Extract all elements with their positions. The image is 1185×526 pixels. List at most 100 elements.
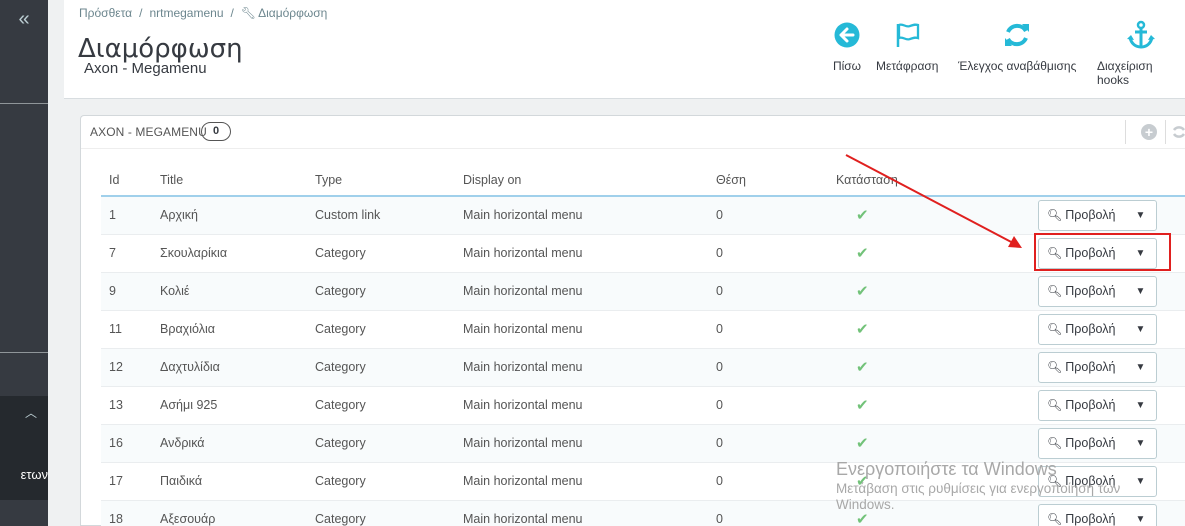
table-row[interactable]: 12 Δαχτυλίδια Category Main horizontal menu… — [101, 348, 1185, 387]
column-header-display-on[interactable]: Display on — [455, 164, 708, 197]
count-badge: 0 — [201, 122, 231, 141]
cell-type: Category — [307, 234, 455, 273]
header-divider — [1165, 120, 1166, 144]
zoom-in-icon: 🔍︎ — [1047, 284, 1063, 298]
cell-id: 17 — [101, 462, 152, 501]
watermark-text: Μετάβαση στις ρυθμίσεις για ενεργοποίηση… — [836, 480, 1121, 496]
view-button-group: 🔍︎ Προβολή ▼ — [1038, 351, 1158, 383]
cell-title: Ανδρικά — [152, 424, 307, 463]
collapse-sidebar-icon[interactable]: « — [0, 0, 48, 38]
view-button[interactable]: 🔍︎ Προβολή — [1039, 315, 1124, 344]
anchor-icon — [1127, 20, 1155, 49]
status-enabled-icon[interactable]: ✔ — [856, 321, 869, 338]
zoom-in-icon: 🔍︎ — [1047, 322, 1063, 336]
cell-display-on: Main horizontal menu — [455, 348, 708, 387]
cell-status: ✔ — [828, 386, 1038, 425]
cell-position: 0 — [708, 500, 828, 526]
cell-display-on: Main horizontal menu — [455, 310, 708, 349]
view-button[interactable]: 🔍︎ Προβολή — [1039, 201, 1124, 230]
view-button[interactable]: 🔍︎ Προβολή — [1039, 277, 1124, 306]
breadcrumb-separator: / — [139, 6, 143, 20]
table-row[interactable]: 16 Ανδρικά Category Main horizontal menu 0 ✔ 🔍… — [101, 424, 1185, 463]
caret-down-icon[interactable]: ▼ — [1124, 315, 1156, 344]
caret-down-icon[interactable]: ▼ — [1124, 201, 1156, 230]
breadcrumb-separator: / — [230, 6, 234, 20]
caret-down-icon[interactable]: ▼ — [1124, 391, 1156, 420]
cell-actions: 🔍︎ Προβολή ▼ — [1038, 424, 1185, 463]
column-header-title[interactable]: Title — [152, 164, 307, 197]
view-button[interactable]: 🔍︎ Προβολή — [1039, 391, 1124, 420]
cell-id: 13 — [101, 386, 152, 425]
sidebar-active-section[interactable] — [0, 396, 48, 500]
cell-position: 0 — [708, 386, 828, 425]
cell-type: Category — [307, 348, 455, 387]
column-header-type[interactable]: Type — [307, 164, 455, 197]
refresh-list-icon[interactable] — [1171, 124, 1185, 140]
view-button-label: Προβολή — [1065, 360, 1116, 374]
cell-display-on: Main horizontal menu — [455, 386, 708, 425]
view-button[interactable]: 🔍︎ Προβολή — [1039, 353, 1124, 382]
cell-status: ✔ — [828, 272, 1038, 311]
cell-title: Ασήμι 925 — [152, 386, 307, 425]
view-button-label: Προβολή — [1065, 398, 1116, 412]
view-button-label: Προβολή — [1065, 284, 1116, 298]
caret-down-icon[interactable]: ▼ — [1124, 467, 1156, 496]
status-enabled-icon[interactable]: ✔ — [856, 283, 869, 300]
cell-title: Βραχιόλια — [152, 310, 307, 349]
sidebar-item-label[interactable]: ετων — [0, 467, 48, 482]
header-divider — [1125, 120, 1126, 144]
cell-title: Αξεσουάρ — [152, 500, 307, 526]
breadcrumb-item[interactable]: Πρόσθετα — [79, 6, 132, 20]
table-row[interactable]: 13 Ασήμι 925 Category Main horizontal menu 0… — [101, 386, 1185, 425]
back-button[interactable]: Πίσω — [832, 20, 862, 73]
check-update-button[interactable]: Έλεγχος αναβάθμισης — [958, 20, 1076, 73]
highlight-annotation-box — [1034, 233, 1171, 271]
caret-down-icon[interactable]: ▼ — [1124, 429, 1156, 458]
check-update-label: Έλεγχος αναβάθμισης — [958, 59, 1077, 73]
cell-display-on: Main horizontal menu — [455, 424, 708, 463]
cell-type: Category — [307, 310, 455, 349]
breadcrumb-item[interactable]: nrtmegamenu — [149, 6, 223, 20]
cell-position: 0 — [708, 348, 828, 387]
status-enabled-icon[interactable]: ✔ — [856, 359, 869, 376]
cell-title: Παιδικά — [152, 462, 307, 501]
table-row[interactable]: 9 Κολιέ Category Main horizontal menu 0 ✔ 🔍︎ Πρ… — [101, 272, 1185, 311]
table-row[interactable]: 11 Βραχιόλια Category Main horizontal menu 0… — [101, 310, 1185, 349]
windows-activation-watermark: Ενεργοποιήστε τα Windows Μετάβαση στις ρ… — [836, 459, 1120, 513]
cell-title: Δαχτυλίδια — [152, 348, 307, 387]
back-label: Πίσω — [832, 59, 862, 73]
view-button-group: 🔍︎ Προβολή ▼ — [1038, 199, 1158, 231]
cell-position: 0 — [708, 310, 828, 349]
column-header-id[interactable]: Id — [101, 164, 152, 197]
status-enabled-icon[interactable]: ✔ — [856, 511, 869, 526]
panel-title: AXON - MEGAMENU — [90, 125, 207, 139]
cell-display-on: Main horizontal menu — [455, 500, 708, 526]
cell-actions: 🔍︎ Προβολή ▼ — [1038, 348, 1185, 387]
caret-down-icon[interactable]: ▼ — [1124, 277, 1156, 306]
cell-status: ✔ — [828, 424, 1038, 463]
cell-position: 0 — [708, 234, 828, 273]
cell-display-on: Main horizontal menu — [455, 272, 708, 311]
cell-actions: 🔍︎ Προβολή ▼ — [1038, 272, 1185, 311]
caret-down-icon[interactable]: ▼ — [1124, 353, 1156, 382]
caret-down-icon[interactable]: ▼ — [1124, 505, 1156, 526]
cell-position: 0 — [708, 462, 828, 501]
cell-id: 7 — [101, 234, 152, 273]
cell-display-on: Main horizontal menu — [455, 462, 708, 501]
chevron-up-icon[interactable]: ︿ — [25, 404, 37, 421]
translate-button[interactable]: Μετάφραση — [876, 20, 938, 73]
flag-icon — [896, 23, 920, 47]
status-enabled-icon[interactable]: ✔ — [856, 435, 869, 452]
view-button[interactable]: 🔍︎ Προβολή — [1039, 429, 1124, 458]
cell-actions: 🔍︎ Προβολή ▼ — [1038, 386, 1185, 425]
column-header-actions — [1038, 164, 1185, 197]
manage-hooks-label: Διαχείριση hooks — [1097, 59, 1153, 87]
wrench-icon: 🔧︎ — [240, 6, 257, 20]
manage-hooks-button[interactable]: Διαχείριση hooks — [1097, 20, 1185, 87]
column-header-position[interactable]: Θέση — [708, 164, 828, 197]
status-enabled-icon[interactable]: ✔ — [856, 397, 869, 414]
cell-status: ✔ — [828, 348, 1038, 387]
add-new-icon[interactable]: + — [1141, 124, 1157, 140]
refresh-icon — [1005, 23, 1030, 47]
cell-position: 0 — [708, 424, 828, 463]
